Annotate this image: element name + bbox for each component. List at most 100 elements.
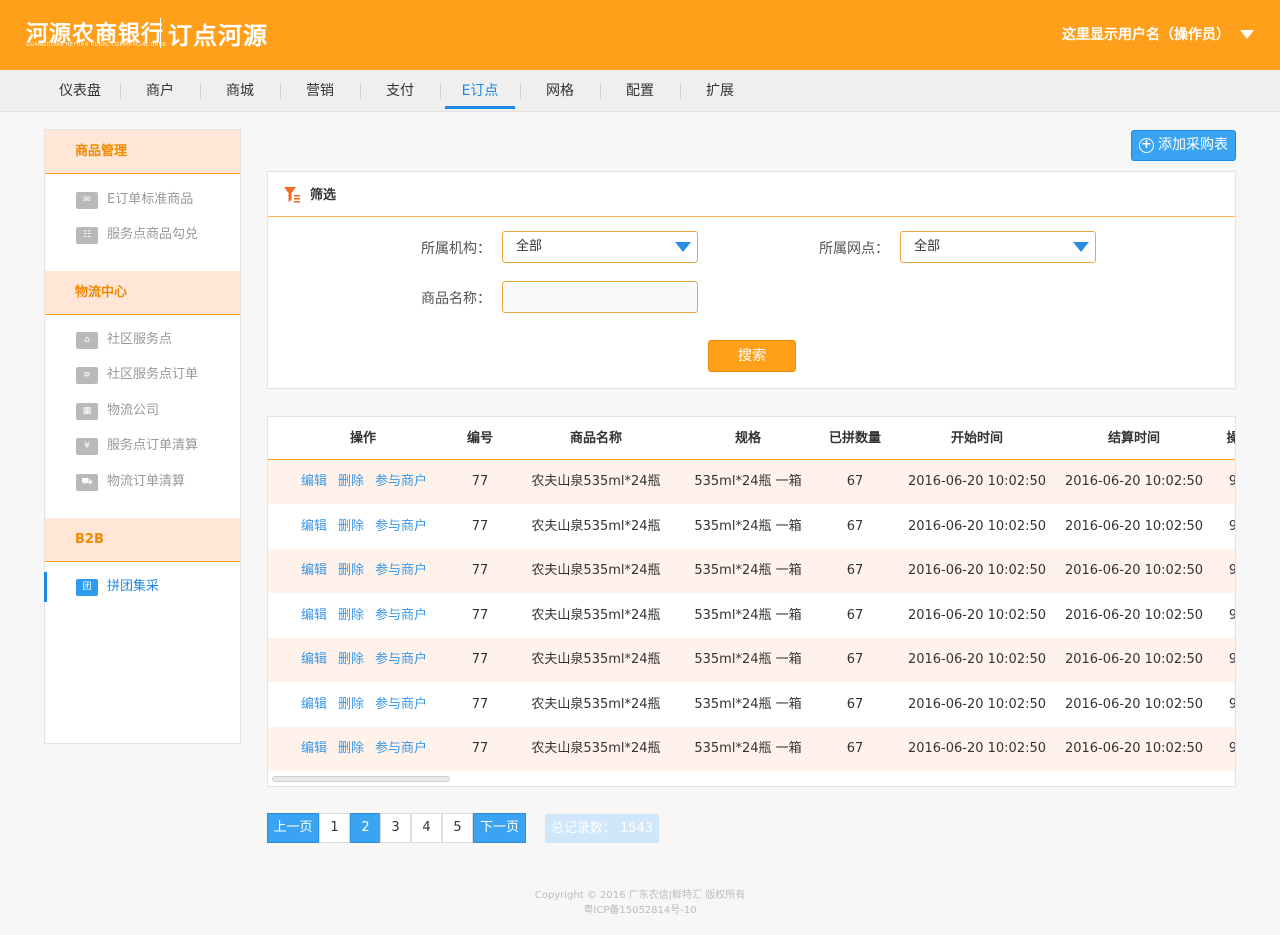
- sidebar-item-label: 服务点商品勾兑: [107, 227, 199, 242]
- cell-start: 2016-06-20 10:02:50: [907, 696, 1047, 712]
- page-5-button[interactable]: 5: [442, 813, 473, 843]
- building-icon: ▦: [76, 403, 98, 420]
- cell-name: 农夫山泉535ml*24瓶: [531, 607, 661, 623]
- column-header: 已拼数量: [828, 431, 881, 446]
- table-header: 操作编号商品名称规格已拼数量开始时间结算时间操: [268, 417, 1235, 460]
- cell-name: 农夫山泉535ml*24瓶: [531, 518, 661, 534]
- sidebar-item[interactable]: ⛟ 物流订单清算: [45, 467, 240, 497]
- sidebar-item[interactable]: ✉ E订单标准商品: [45, 185, 240, 215]
- delete-link[interactable]: 删除: [338, 594, 364, 638]
- edit-link[interactable]: 编辑: [301, 505, 327, 549]
- edit-link[interactable]: 编辑: [301, 727, 327, 771]
- column-header: 编号: [466, 431, 493, 446]
- column-header: 开始时间: [950, 431, 1003, 446]
- sidebar-item-label: E订单标准商品: [107, 192, 194, 207]
- nav-tab-8[interactable]: 扩展: [680, 70, 760, 112]
- nav-tab-1[interactable]: 商户: [120, 70, 200, 112]
- sidebar-item[interactable]: ≡ 社区服务点订单: [45, 360, 240, 390]
- cell-name: 农夫山泉535ml*24瓶: [531, 741, 661, 756]
- nav-tab-2[interactable]: 商城: [200, 70, 280, 112]
- cell-start: 2016-06-20 10:02:50: [907, 741, 1047, 756]
- sidebar: 商品管理 ✉ E订单标准商品 ☷ 服务点商品勾兑 物流中心 ⌂ 社区服务点 ≡ 社区服务点订单 ▦ 物…: [44, 129, 241, 744]
- sidebar-item-label: 拼团集采: [107, 579, 160, 594]
- caret-down-icon: [1240, 29, 1254, 39]
- sidebar-section-title: 物流中心: [45, 271, 240, 315]
- cell-extra: 9: [1153, 549, 1235, 593]
- cell-extra: 9: [1153, 594, 1235, 638]
- cell-extra: 9: [1153, 683, 1235, 727]
- edit-link[interactable]: 编辑: [301, 460, 327, 504]
- cell-start: 2016-06-20 10:02:50: [907, 563, 1047, 578]
- edit-link[interactable]: 编辑: [301, 683, 327, 727]
- total-label: 总记录数：: [550, 821, 616, 836]
- sidebar-item[interactable]: 团拼团集采: [44, 572, 240, 602]
- plus-circle-icon: +: [1139, 138, 1154, 153]
- branch-select[interactable]: 全部: [900, 231, 1096, 263]
- page-4-button[interactable]: 4: [411, 813, 442, 843]
- nav-tab-4[interactable]: 支付: [360, 70, 440, 112]
- edit-link[interactable]: 编辑: [301, 638, 327, 682]
- sidebar-item-label: 物流订单清算: [107, 474, 186, 489]
- nav-tab-0[interactable]: 仪表盘: [40, 70, 120, 112]
- horizontal-scrollbar[interactable]: [272, 776, 450, 782]
- product-name-input[interactable]: [502, 281, 698, 313]
- delete-link[interactable]: 删除: [338, 638, 364, 682]
- delete-link[interactable]: 删除: [338, 727, 364, 771]
- funnel-icon: [284, 187, 300, 203]
- edit-link[interactable]: 编辑: [301, 594, 327, 638]
- sidebar-item[interactable]: ☷ 服务点商品勾兑: [45, 220, 240, 250]
- prev-page-button[interactable]: 上一页: [267, 813, 319, 843]
- cell-start: 2016-06-20 10:02:50: [907, 474, 1047, 489]
- icp-text: 粤ICP备15052814号-10: [583, 905, 697, 916]
- cell-start: 2016-06-20 10:02:50: [907, 652, 1047, 667]
- copyright-text: Copyright © 2016 广东农信|鲜特汇 版权所有: [534, 890, 746, 901]
- page-2-button[interactable]: 2: [350, 813, 381, 843]
- search-button[interactable]: 搜索: [708, 340, 796, 372]
- cell-extra: 9: [1153, 638, 1235, 682]
- column-header: 规格: [734, 431, 761, 446]
- group-buy-table: 操作编号商品名称规格已拼数量开始时间结算时间操 编辑删除参与商户77农夫山泉53…: [267, 416, 1236, 787]
- sidebar-item-label: 物流公司: [107, 403, 160, 418]
- main-nav: 仪表盘 商户 商城 营销 支付 E订点 网格 配置 扩展: [0, 70, 1280, 112]
- sidebar-item[interactable]: ¥ 服务点订单清算: [45, 431, 240, 461]
- envelope-icon: ✉: [76, 192, 98, 209]
- column-header: 操作: [349, 431, 376, 446]
- order-icon: ≡: [76, 367, 98, 384]
- delete-link[interactable]: 删除: [338, 460, 364, 504]
- delete-link[interactable]: 删除: [338, 549, 364, 593]
- delete-link[interactable]: 删除: [338, 683, 364, 727]
- filter-header: 筛选: [268, 172, 1235, 217]
- dropdown-arrow-icon: [675, 242, 691, 252]
- nav-tab-6[interactable]: 网格: [520, 70, 600, 112]
- cell-extra: 9: [1153, 505, 1235, 549]
- page-3-button[interactable]: 3: [380, 813, 411, 843]
- edit-link[interactable]: 编辑: [301, 549, 327, 593]
- yuan-icon: ¥: [76, 438, 98, 455]
- nav-tab-7[interactable]: 配置: [600, 70, 680, 112]
- table-row: 编辑 删除 参与商户 77 农夫山泉535ml*24瓶 535ml*24瓶 一箱 67 201…: [268, 683, 1235, 727]
- table-row: 编辑 删除 参与商户 77 农夫山泉535ml*24瓶 535ml*24瓶 一箱 67 201…: [268, 505, 1235, 549]
- product-name-label: 商品名称：: [421, 291, 491, 307]
- sidebar-item[interactable]: ▦ 物流公司: [45, 396, 240, 426]
- column-header: 操: [1173, 417, 1235, 460]
- nav-tab-3[interactable]: 营销: [280, 70, 360, 112]
- table-row: 编辑 删除 参与商户 77 农夫山泉535ml*24瓶 535ml*24瓶 一箱 67 201…: [268, 594, 1235, 638]
- logo-divider: [160, 18, 161, 48]
- table-row: 编辑 删除 参与商户 77 农夫山泉535ml*24瓶 535ml*24瓶 一箱 67 201…: [268, 549, 1235, 593]
- delete-link[interactable]: 删除: [338, 505, 364, 549]
- store-icon: ⌂: [76, 332, 98, 349]
- org-select[interactable]: 全部: [502, 231, 698, 263]
- next-page-button[interactable]: 下一页: [473, 813, 526, 843]
- filter-panel: 筛选 所属机构： 全部 所属网点： 全部 商品名称： 搜索: [267, 171, 1236, 389]
- cell-name: 农夫山泉535ml*24瓶: [531, 696, 661, 712]
- sidebar-item-label: 社区服务点: [107, 332, 173, 347]
- add-purchase-button[interactable]: + 添加采购表: [1131, 130, 1236, 161]
- page-1-button[interactable]: 1: [319, 813, 350, 843]
- total-records: 总记录数： 1543: [545, 814, 659, 843]
- user-menu[interactable]: 这里显示用户名（操作员）: [1062, 24, 1254, 44]
- truck-icon: ⛟: [76, 474, 98, 491]
- sidebar-item[interactable]: ⌂ 社区服务点: [45, 325, 240, 355]
- total-count: 1543: [620, 821, 654, 836]
- column-header: 商品名称: [569, 431, 622, 446]
- group-icon: 团: [76, 579, 98, 596]
